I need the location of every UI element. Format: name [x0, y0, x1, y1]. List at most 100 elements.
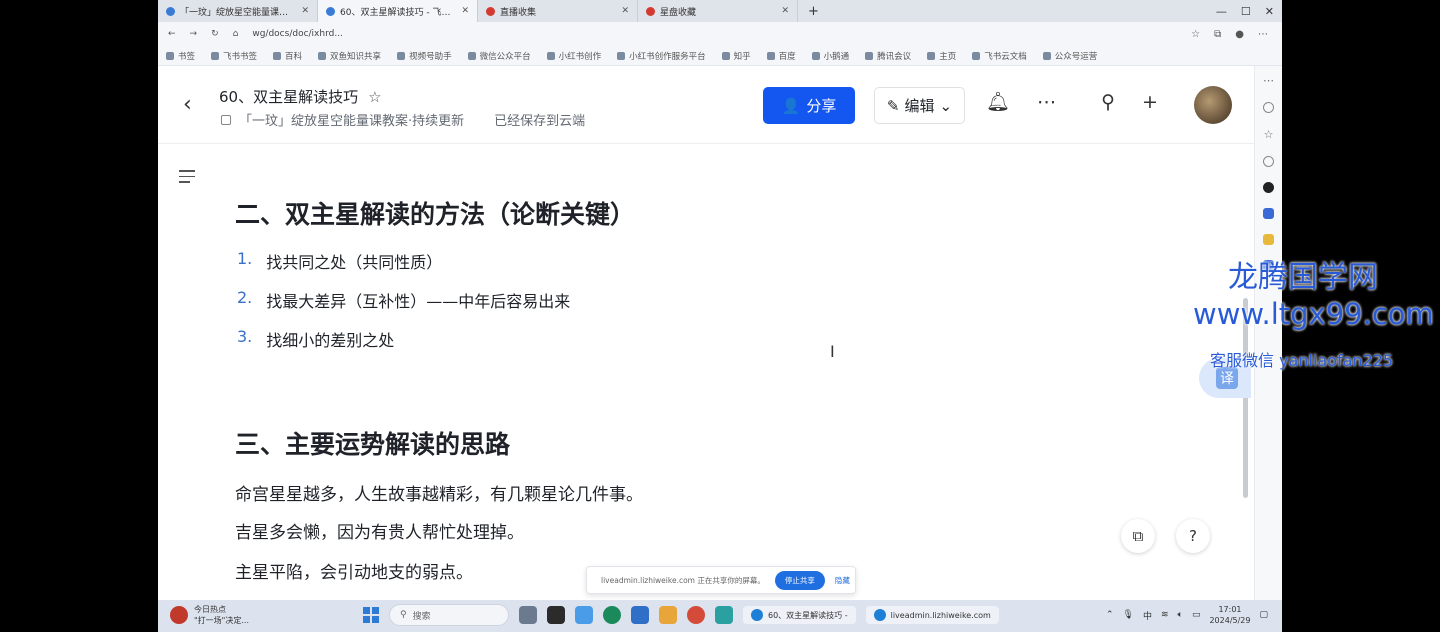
avatar[interactable] — [1194, 86, 1232, 124]
outline-toggle-icon[interactable] — [179, 170, 195, 187]
bookmark[interactable]: 知乎 — [721, 50, 751, 62]
browser-tab[interactable]: 直播收集 ✕ — [478, 0, 638, 22]
search-icon: ⚲ — [400, 610, 407, 620]
bookmark[interactable]: 小红书创作服务平台 — [617, 50, 706, 62]
windows-start-icon[interactable] — [363, 607, 379, 623]
bookmark[interactable]: 视频号助手 — [397, 50, 452, 62]
system-tray: ⌃ 🎙︎ 中 ≋ 🔈︎ ▭ 17:01 2024/5/29 ▢ — [1106, 604, 1268, 626]
plus-icon[interactable]: + — [1142, 91, 1158, 113]
bookmark[interactable]: 双鱼知识共享 — [318, 50, 381, 62]
star-outline-icon[interactable]: ☆ — [1264, 128, 1274, 141]
extensions-icon[interactable]: ⧉ — [1214, 29, 1221, 40]
help-icon[interactable]: ? — [1176, 519, 1210, 553]
new-tab-icon[interactable]: + — [798, 4, 829, 19]
minimize-icon[interactable]: — — [1216, 5, 1227, 18]
tab-icon — [646, 6, 655, 16]
taskbar: 今日热点 "打一场"决定... ⚲ 搜索 60、双主星解读技巧 - livead… — [158, 600, 1282, 632]
news-subtitle: "打一场"决定... — [194, 616, 249, 625]
chrome-icon[interactable] — [687, 606, 705, 624]
close-icon[interactable]: ✕ — [461, 6, 469, 16]
reload-icon[interactable]: ↻ — [211, 29, 219, 39]
volume-icon[interactable]: 🔈︎ — [1178, 610, 1183, 620]
bell-icon[interactable]: 🔔︎ — [986, 90, 1010, 113]
bookmark[interactable]: 百科 — [273, 50, 302, 62]
mic-icon[interactable]: 🎙︎ — [1123, 610, 1134, 620]
notice-text: liveadmin.lizhiweike.com 正在共享你的屏幕。 — [601, 575, 765, 585]
notification-icon[interactable]: ▢ — [1259, 610, 1268, 620]
breadcrumb-item[interactable]: 「一玟」绽放星空能量课教案·持续更新 — [239, 110, 464, 129]
ime-indicator[interactable]: 中 — [1143, 609, 1152, 622]
copy-icon[interactable]: ⧉ — [1121, 519, 1155, 553]
back-icon[interactable]: ‹ — [183, 92, 192, 117]
star-icon[interactable]: ☆ — [368, 88, 381, 106]
edge-icon[interactable] — [603, 606, 621, 624]
battery-icon[interactable]: ▭ — [1192, 610, 1201, 620]
address-bar-actions: ☆ ⧉ ● ⋯ — [1191, 22, 1268, 46]
close-icon[interactable]: ✕ — [781, 6, 789, 16]
paragraph: 命宫星星越多，人生故事越精彩，有几颗星论几件事。 — [235, 485, 643, 505]
stop-sharing-button[interactable]: 停止共享 — [774, 570, 825, 590]
panel-icon[interactable]: ⋯ — [1263, 74, 1274, 87]
window-close-icon[interactable]: ✕ — [1265, 5, 1274, 18]
watermark-contact: 客服微信 yanliaofan225 — [1210, 351, 1394, 370]
app-icon[interactable] — [519, 606, 537, 624]
search-icon[interactable]: ⚲ — [1101, 91, 1115, 113]
page-title[interactable]: 60、双主星解读技巧 — [219, 86, 358, 107]
close-icon[interactable]: ✕ — [621, 6, 629, 16]
circle-icon[interactable] — [1263, 102, 1274, 113]
home-icon[interactable]: ⌂ — [233, 29, 239, 39]
edit-mode-button[interactable]: ✎ 编辑 ⌄ — [874, 87, 965, 124]
folder-icon[interactable] — [659, 606, 677, 624]
news-widget[interactable]: 今日热点 "打一场"决定... — [170, 604, 249, 626]
crown-icon[interactable] — [1263, 234, 1274, 245]
tab-icon — [486, 6, 495, 16]
bookmark[interactable]: 百度 — [766, 50, 796, 62]
share-button[interactable]: 👤 分享 — [763, 87, 855, 124]
bookmark[interactable]: 公众号运营 — [1042, 50, 1097, 62]
list-item: 1. 找共同之处（共同性质） — [237, 249, 443, 272]
mail-icon[interactable] — [631, 606, 649, 624]
wiki-icon — [221, 114, 231, 125]
browser-tab[interactable]: 「一玟」绽放星空能量课教案·持续更新✕ — [158, 0, 318, 22]
taskbar-apps: ⚲ 搜索 60、双主星解读技巧 - liveadmin.lizhiweike.c… — [363, 604, 999, 626]
doc-title: 60、双主星解读技巧 ☆ — [219, 86, 382, 107]
taskbar-window[interactable]: liveadmin.lizhiweike.com — [865, 606, 999, 624]
app-icon[interactable] — [1263, 182, 1274, 193]
forward-nav-icon[interactable]: → — [190, 29, 198, 39]
bookmark[interactable]: 书签 — [166, 50, 195, 62]
bookmark[interactable]: 飞书云文档 — [972, 50, 1027, 62]
browser-tab[interactable]: 星盘收藏 ✕ — [638, 0, 798, 22]
bookmark[interactable]: 主页 — [927, 50, 956, 62]
taskbar-search[interactable]: ⚲ 搜索 — [389, 604, 509, 626]
news-badge-icon — [170, 606, 188, 624]
screen-share-notice: liveadmin.lizhiweike.com 正在共享你的屏幕。 停止共享 … — [586, 566, 856, 594]
app-icon[interactable] — [575, 606, 593, 624]
paragraph: 主星平陷，会引动地支的弱点。 — [235, 563, 473, 583]
favorite-icon[interactable]: ☆ — [1191, 29, 1200, 40]
list-item: 3. 找细小的差别之处 — [237, 327, 395, 350]
game-icon[interactable] — [1263, 208, 1274, 219]
profile-icon[interactable]: ● — [1235, 29, 1244, 40]
maximize-icon[interactable]: ☐ — [1241, 5, 1251, 18]
back-nav-icon[interactable]: ← — [168, 29, 176, 39]
tab-icon — [326, 6, 335, 16]
wifi-icon[interactable]: ≋ — [1161, 610, 1169, 620]
app-icon[interactable] — [547, 606, 565, 624]
clock[interactable]: 17:01 2024/5/29 — [1209, 604, 1250, 626]
url-field[interactable]: wg/docs/doc/ixhrd... — [252, 29, 343, 39]
app-icon[interactable] — [715, 606, 733, 624]
more-icon[interactable]: ⋯ — [1037, 91, 1056, 113]
hide-notice-link[interactable]: 隐藏 — [835, 575, 850, 586]
browser-tab-active[interactable]: 60、双主星解读技巧 - 飞书云文档✕ — [318, 0, 478, 22]
bookmark[interactable]: 腾讯会议 — [865, 50, 911, 62]
clock-icon[interactable] — [1263, 156, 1274, 167]
bookmark[interactable]: 微信公众平台 — [467, 50, 531, 62]
close-icon[interactable]: ✕ — [301, 6, 309, 16]
bookmark[interactable]: 小鹅通 — [811, 50, 849, 62]
more-icon[interactable]: ⋯ — [1258, 29, 1268, 40]
bookmark[interactable]: 小红书创作 — [546, 50, 601, 62]
taskbar-window[interactable]: 60、双主星解读技巧 - — [743, 606, 856, 624]
chevron-up-icon[interactable]: ⌃ — [1106, 610, 1114, 620]
save-status: 已经保存到云端 — [494, 114, 586, 129]
bookmark[interactable]: 飞书书签 — [211, 50, 257, 62]
